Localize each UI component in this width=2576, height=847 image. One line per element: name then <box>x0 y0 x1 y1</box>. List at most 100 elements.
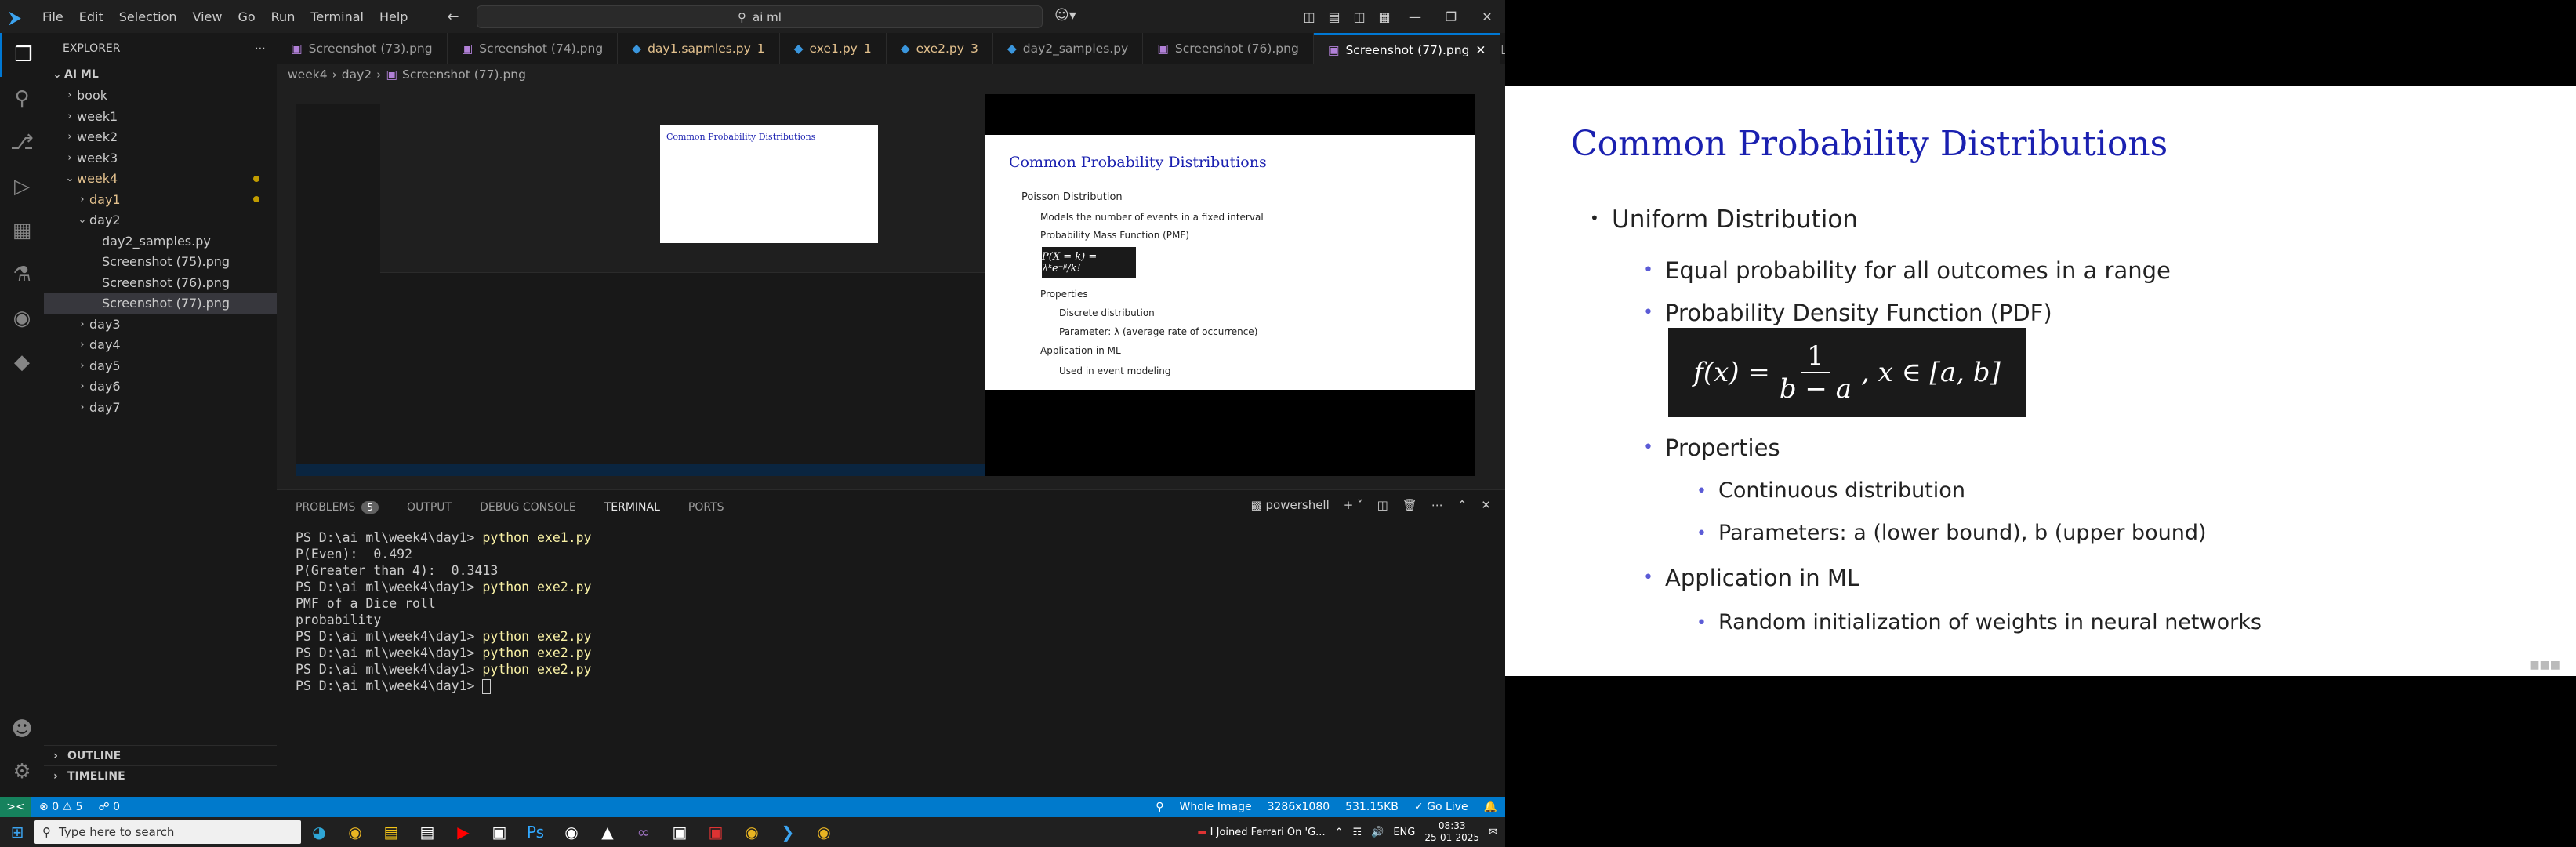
ports-status[interactable]: ☍ 0 <box>90 801 128 813</box>
outline-section[interactable]: › OUTLINE <box>44 745 277 766</box>
command-center-search[interactable]: ⚲ ai ml <box>477 5 1043 28</box>
tab-screenshot-77[interactable]: ▣ Screenshot (77).png ✕ <box>1313 33 1501 66</box>
kill-terminal-icon[interactable]: 🗑 <box>1402 498 1417 512</box>
tree-folder-day3[interactable]: › day3 <box>44 314 277 335</box>
more-actions-icon[interactable]: ⋯ <box>1431 498 1443 512</box>
python-icon[interactable]: ◆ <box>0 340 44 384</box>
tree-root[interactable]: ⌄ AI ML <box>44 64 277 85</box>
tree-folder-week4[interactable]: ⌄ week4 <box>44 169 277 190</box>
chevron-up-icon[interactable]: ⌃ <box>1335 827 1344 838</box>
toggle-primary-sidebar-icon[interactable]: ◫ <box>1297 9 1322 24</box>
clock[interactable]: 08:33 25-01-2025 <box>1424 820 1479 844</box>
visual-studio-icon[interactable]: ∞ <box>626 817 662 847</box>
app-icon[interactable]: ▲ <box>590 817 626 847</box>
news-notification[interactable]: ▬ I Joined Ferrari On 'G... <box>1197 827 1325 838</box>
customize-layout-icon[interactable]: ▦ <box>1372 9 1397 24</box>
tab-output[interactable]: OUTPUT <box>407 490 452 525</box>
menu-run[interactable]: Run <box>263 9 303 24</box>
search-view-icon[interactable]: ⚲ <box>0 77 44 121</box>
tree-file-day2-samples[interactable]: day2_samples.py <box>44 231 277 252</box>
tree-file-screenshot-75[interactable]: Screenshot (75).png <box>44 252 277 273</box>
notification-center-icon[interactable]: ✉ <box>1489 827 1497 838</box>
windows-start-icon[interactable]: ⊞ <box>0 823 34 842</box>
app-icon[interactable]: ▣ <box>481 817 517 847</box>
image-type-status[interactable]: Whole Image <box>1172 801 1260 813</box>
app-icon[interactable]: ▣ <box>698 817 734 847</box>
close-window-icon[interactable]: ✕ <box>1469 9 1505 24</box>
youtube-icon[interactable]: ▶ <box>445 817 481 847</box>
go-live-button[interactable]: ✓ Go Live <box>1406 801 1476 813</box>
tab-screenshot-73[interactable]: ▣ Screenshot (73).png <box>277 33 448 64</box>
close-panel-icon[interactable]: ✕ <box>1481 498 1491 512</box>
vscode-taskbar-icon[interactable]: ❯ <box>770 817 806 847</box>
explorer-icon[interactable]: ❐ <box>0 33 45 77</box>
split-editor-icon[interactable]: ◫ <box>1500 42 1505 56</box>
run-debug-icon[interactable]: ▷ <box>0 165 44 209</box>
menu-selection[interactable]: Selection <box>111 9 185 24</box>
terminal-shell-selector[interactable]: ▩ powershell <box>1251 498 1330 512</box>
notepad-icon[interactable]: ▤ <box>409 817 445 847</box>
tree-folder-week2[interactable]: › week2 <box>44 127 277 148</box>
tree-file-screenshot-77[interactable]: Screenshot (77).png <box>44 293 277 314</box>
edge-icon[interactable]: ◕ <box>301 817 337 847</box>
minimize-icon[interactable]: — <box>1397 9 1433 24</box>
problems-status[interactable]: ⊗ 0 ⚠ 5 <box>31 801 90 813</box>
breadcrumb-day2[interactable]: day2 <box>342 67 372 82</box>
chrome-icon[interactable]: ◉ <box>337 817 373 847</box>
breadcrumb-file[interactable]: Screenshot (77).png <box>402 67 526 82</box>
tree-folder-day6[interactable]: › day6 <box>44 376 277 398</box>
menu-view[interactable]: View <box>185 9 230 24</box>
volume-icon[interactable]: 🔊 <box>1371 827 1384 838</box>
file-explorer-icon[interactable]: ▤ <box>373 817 409 847</box>
tree-folder-day1[interactable]: › day1 <box>44 189 277 210</box>
tab-screenshot-74[interactable]: ▣ Screenshot (74).png <box>448 33 619 64</box>
copilot-icon[interactable]: ☺▾ <box>1054 7 1076 24</box>
menu-edit[interactable]: Edit <box>71 9 111 24</box>
zoom-icon[interactable]: ⚲ <box>1148 801 1171 813</box>
chrome-icon[interactable]: ◉ <box>734 817 770 847</box>
tree-folder-day2[interactable]: ⌄ day2 <box>44 210 277 231</box>
split-terminal-icon[interactable]: ◫ <box>1377 498 1388 512</box>
wifi-icon[interactable]: ☶ <box>1352 827 1362 838</box>
taskbar-search[interactable]: ⚲ Type here to search <box>34 820 301 844</box>
tab-screenshot-76[interactable]: ▣ Screenshot (76).png <box>1143 33 1314 64</box>
tree-folder-week3[interactable]: › week3 <box>44 147 277 169</box>
tab-terminal[interactable]: TERMINAL <box>604 490 660 525</box>
more-actions-icon[interactable]: ⋯ <box>255 42 266 55</box>
toggle-secondary-sidebar-icon[interactable]: ◫ <box>1347 9 1372 24</box>
breadcrumb-week4[interactable]: week4 <box>288 67 328 82</box>
photoshop-icon[interactable]: Ps <box>517 817 553 847</box>
restore-icon[interactable]: ❐ <box>1433 9 1469 24</box>
tree-file-screenshot-76[interactable]: Screenshot (76).png <box>44 272 277 293</box>
close-tab-icon[interactable]: ✕ <box>1475 43 1486 57</box>
language-indicator[interactable]: ENG <box>1393 827 1415 838</box>
menu-file[interactable]: File <box>34 9 71 24</box>
back-arrow-icon[interactable]: ← <box>447 9 459 25</box>
account-icon[interactable]: ☻ <box>0 707 44 751</box>
tab-exe1[interactable]: ◆ exe1.py 1 <box>780 33 887 64</box>
tab-debug-console[interactable]: DEBUG CONSOLE <box>480 490 576 525</box>
tab-ports[interactable]: PORTS <box>688 490 724 525</box>
notifications-bell-icon[interactable]: 🔔 <box>1476 801 1505 813</box>
new-terminal-icon[interactable]: + ˅ <box>1344 498 1363 512</box>
tab-exe2[interactable]: ◆ exe2.py 3 <box>887 33 993 64</box>
tree-folder-book[interactable]: › book <box>44 85 277 107</box>
menu-help[interactable]: Help <box>372 9 415 24</box>
terminal-output[interactable]: PS D:\ai ml\week4\day1> python exe1.py P(… <box>277 525 1505 699</box>
timeline-section[interactable]: › TIMELINE <box>44 765 277 787</box>
copilot-chat-icon[interactable]: ◉ <box>0 296 44 340</box>
settings-gear-icon[interactable]: ⚙ <box>0 750 44 794</box>
tree-folder-day4[interactable]: › day4 <box>44 335 277 356</box>
tab-problems[interactable]: PROBLEMS 5 <box>296 490 379 525</box>
tree-folder-day7[interactable]: › day7 <box>44 397 277 418</box>
testing-icon[interactable]: ⚗ <box>0 253 44 296</box>
tab-day2-samples[interactable]: ◆ day2_samples.py <box>993 33 1144 64</box>
tree-folder-week1[interactable]: › week1 <box>44 106 277 127</box>
maximize-panel-icon[interactable]: ⌃ <box>1457 498 1468 512</box>
github-icon[interactable]: ◉ <box>553 817 590 847</box>
menu-go[interactable]: Go <box>230 9 263 24</box>
extensions-icon[interactable]: ▦ <box>0 209 44 253</box>
remote-indicator-icon[interactable]: >< <box>0 797 31 817</box>
tab-day1-sapmles[interactable]: ◆ day1.sapmles.py 1 <box>618 33 780 64</box>
chrome-icon[interactable]: ◉ <box>806 817 842 847</box>
